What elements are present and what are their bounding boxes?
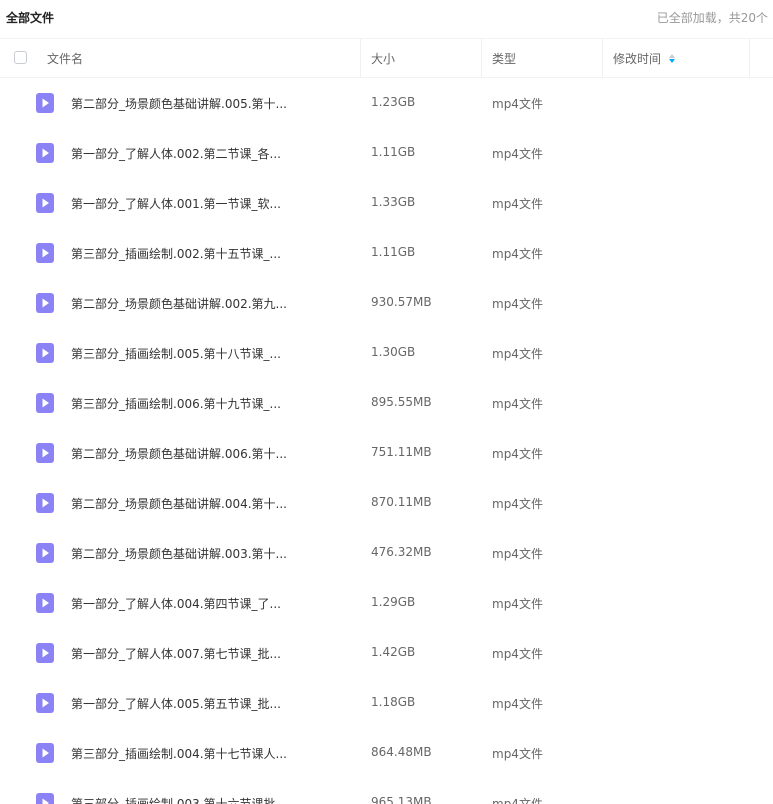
- video-file-icon: [36, 293, 54, 313]
- file-row[interactable]: 第三部分_插画绘制.005.第十八节课_... 1.30GB mp4文件: [0, 328, 773, 378]
- page-title: 全部文件: [6, 10, 55, 25]
- file-name[interactable]: 第二部分_场景颜色基础讲解.002.第九...: [71, 295, 287, 312]
- file-row[interactable]: 第一部分_了解人体.004.第四节课_了... 1.29GB mp4文件: [0, 578, 773, 628]
- video-file-icon: [36, 443, 54, 463]
- file-row[interactable]: 第三部分_插画绘制.006.第十九节课_... 895.55MB mp4文件: [0, 378, 773, 428]
- file-row[interactable]: 第三部分_插画绘制.002.第十五节课_... 1.11GB mp4文件: [0, 228, 773, 278]
- file-size: 1.11GB: [371, 245, 416, 259]
- file-row[interactable]: 第二部分_场景颜色基础讲解.006.第十... 751.11MB mp4文件: [0, 428, 773, 478]
- column-size-label: 大小: [371, 51, 396, 66]
- file-row[interactable]: 第一部分_了解人体.001.第一节课_软... 1.33GB mp4文件: [0, 178, 773, 228]
- file-type: mp4文件: [492, 547, 543, 561]
- column-name-label: 文件名: [47, 51, 84, 66]
- video-file-icon: [36, 743, 54, 763]
- file-size: 895.55MB: [371, 395, 432, 409]
- file-size: 930.57MB: [371, 295, 432, 309]
- file-size: 751.11MB: [371, 445, 432, 459]
- video-file-icon: [36, 143, 54, 163]
- file-name[interactable]: 第三部分_插画绘制.005.第十八节课_...: [71, 345, 281, 362]
- file-size: 864.48MB: [371, 745, 432, 759]
- file-size: 1.29GB: [371, 595, 416, 609]
- file-list-header: 文件名 大小 类型 修改时间: [0, 38, 773, 78]
- file-name[interactable]: 第三部分_插画绘制.004.第十七节课人...: [71, 745, 287, 762]
- file-type: mp4文件: [492, 797, 543, 804]
- file-row[interactable]: 第二部分_场景颜色基础讲解.004.第十... 870.11MB mp4文件: [0, 478, 773, 528]
- file-row[interactable]: 第三部分_插画绘制.003.第十六节课批... 965.13MB mp4文件: [0, 778, 773, 804]
- file-size: 1.30GB: [371, 345, 416, 359]
- file-type: mp4文件: [492, 147, 543, 161]
- file-name[interactable]: 第三部分_插画绘制.002.第十五节课_...: [71, 245, 281, 262]
- file-name[interactable]: 第一部分_了解人体.001.第一节课_软...: [71, 195, 281, 212]
- file-size: 1.23GB: [371, 95, 416, 109]
- file-name[interactable]: 第二部分_场景颜色基础讲解.006.第十...: [71, 445, 287, 462]
- column-modified[interactable]: 修改时间: [603, 39, 750, 77]
- video-file-icon: [36, 393, 54, 413]
- column-type-label: 类型: [492, 51, 517, 66]
- file-type: mp4文件: [492, 347, 543, 361]
- file-row[interactable]: 第一部分_了解人体.007.第七节课_批... 1.42GB mp4文件: [0, 628, 773, 678]
- file-row[interactable]: 第二部分_场景颜色基础讲解.002.第九... 930.57MB mp4文件: [0, 278, 773, 328]
- file-type: mp4文件: [492, 297, 543, 311]
- file-size: 1.11GB: [371, 145, 416, 159]
- sort-arrows-icon[interactable]: [669, 53, 676, 63]
- file-size: 476.32MB: [371, 545, 432, 559]
- file-type: mp4文件: [492, 197, 543, 211]
- column-modified-label: 修改时间: [613, 51, 662, 66]
- file-type: mp4文件: [492, 397, 543, 411]
- video-file-icon: [36, 243, 54, 263]
- file-name[interactable]: 第三部分_插画绘制.003.第十六节课批...: [71, 795, 287, 804]
- file-type: mp4文件: [492, 697, 543, 711]
- load-status: 已全部加载，共20个: [656, 10, 768, 25]
- select-all-checkbox[interactable]: [14, 51, 27, 64]
- file-name[interactable]: 第二部分_场景颜色基础讲解.004.第十...: [71, 495, 287, 512]
- video-file-icon: [36, 343, 54, 363]
- file-size: 1.18GB: [371, 695, 416, 709]
- file-row[interactable]: 第二部分_场景颜色基础讲解.005.第十... 1.23GB mp4文件: [0, 78, 773, 128]
- video-file-icon: [36, 643, 54, 663]
- file-name[interactable]: 第三部分_插画绘制.006.第十九节课_...: [71, 395, 281, 412]
- file-size: 965.13MB: [371, 795, 432, 804]
- file-name[interactable]: 第一部分_了解人体.002.第二节课_各...: [71, 145, 281, 162]
- video-file-icon: [36, 543, 54, 563]
- top-bar: 全部文件 已全部加载，共20个: [0, 0, 773, 34]
- file-list: 第二部分_场景颜色基础讲解.005.第十... 1.23GB mp4文件 第一部分_了…: [0, 78, 773, 804]
- file-type: mp4文件: [492, 247, 543, 261]
- file-row[interactable]: 第一部分_了解人体.002.第二节课_各... 1.11GB mp4文件: [0, 128, 773, 178]
- video-file-icon: [36, 593, 54, 613]
- file-type: mp4文件: [492, 597, 543, 611]
- file-type: mp4文件: [492, 647, 543, 661]
- file-name[interactable]: 第二部分_场景颜色基础讲解.003.第十...: [71, 545, 287, 562]
- file-name[interactable]: 第一部分_了解人体.004.第四节课_了...: [71, 595, 281, 612]
- file-type: mp4文件: [492, 97, 543, 111]
- file-size: 1.42GB: [371, 645, 416, 659]
- file-row[interactable]: 第二部分_场景颜色基础讲解.003.第十... 476.32MB mp4文件: [0, 528, 773, 578]
- video-file-icon: [36, 793, 54, 804]
- file-name[interactable]: 第二部分_场景颜色基础讲解.005.第十...: [71, 95, 287, 112]
- column-type[interactable]: 类型: [482, 39, 603, 77]
- video-file-icon: [36, 493, 54, 513]
- file-type: mp4文件: [492, 747, 543, 761]
- column-size[interactable]: 大小: [361, 39, 482, 77]
- video-file-icon: [36, 693, 54, 713]
- video-file-icon: [36, 193, 54, 213]
- file-row[interactable]: 第一部分_了解人体.005.第五节课_批... 1.18GB mp4文件: [0, 678, 773, 728]
- file-row[interactable]: 第三部分_插画绘制.004.第十七节课人... 864.48MB mp4文件: [0, 728, 773, 778]
- file-type: mp4文件: [492, 447, 543, 461]
- file-size: 870.11MB: [371, 495, 432, 509]
- file-name[interactable]: 第一部分_了解人体.007.第七节课_批...: [71, 645, 281, 662]
- file-size: 1.33GB: [371, 195, 416, 209]
- file-type: mp4文件: [492, 497, 543, 511]
- video-file-icon: [36, 93, 54, 113]
- file-name[interactable]: 第一部分_了解人体.005.第五节课_批...: [71, 695, 281, 712]
- column-name[interactable]: 文件名: [0, 39, 361, 77]
